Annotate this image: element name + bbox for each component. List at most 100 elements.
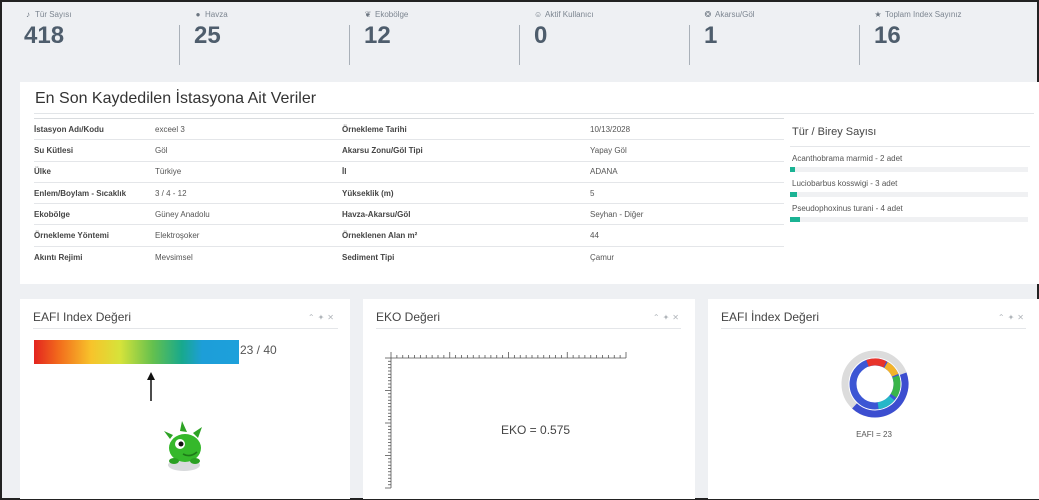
wrench-icon[interactable]: ✦ [1008, 313, 1018, 322]
widget-title: EAFI İndex Değeri [721, 310, 820, 324]
close-icon[interactable]: ✕ [1017, 313, 1027, 322]
stat-label: Havza [205, 10, 228, 19]
field-label: İl [342, 160, 590, 183]
stat-label: Tür Sayısı [35, 10, 72, 19]
station-row: Akıntı Rejimi Mevsimsel Sediment Tipi Çamur [34, 245, 784, 268]
panel-title: En Son Kaydedilen İstasyona Ait Veriler [35, 90, 317, 107]
stat-value: 16 [874, 22, 901, 49]
species-list: Acanthobrama marmid - 2 adet Luciobarbus … [790, 154, 1030, 222]
stat-divider [689, 25, 690, 65]
stat-label: Aktif Kullanıcı [545, 10, 594, 19]
species-progress-bar [790, 217, 1028, 222]
species-item: Luciobarbus kosswigi - 3 adet [790, 179, 1030, 197]
close-icon[interactable]: ✕ [672, 313, 682, 322]
field-label: Havza-Akarsu/Göl [342, 203, 590, 225]
field-value: Göl [155, 139, 342, 162]
field-label: Enlem/Boylam - Sıcaklık [34, 181, 155, 204]
field-value: ADANA [590, 160, 784, 183]
eafi-donut-gauge [841, 350, 909, 418]
globe-icon: ● [195, 10, 201, 19]
field-label: Yükseklik (m) [342, 181, 590, 204]
station-row: Enlem/Boylam - Sıcaklık 3 / 4 - 12 Yüksekl… [34, 181, 784, 204]
chevron-up-icon[interactable]: ⌃ [308, 313, 318, 322]
widget-toolbar: ⌃✦✕ [308, 313, 337, 322]
user-icon: ☺ [534, 10, 543, 19]
field-label: Sediment Tipi [342, 245, 590, 268]
station-row: Örnekleme Yöntemi Elektroşoker Örneklenen … [34, 224, 784, 247]
stat-tur-sayisi: ♪ Tür Sayısı 418 [20, 9, 190, 67]
field-label: Örnekleme Yöntemi [34, 224, 155, 247]
stat-divider [519, 25, 520, 65]
stat-value: 418 [24, 22, 65, 49]
field-label: Ekobölge [34, 203, 155, 225]
field-value: Türkiye [155, 160, 342, 183]
field-label: Ülke [34, 160, 155, 183]
widget-toolbar: ⌃✦✕ [653, 313, 682, 322]
stat-aktif-kullanici: ☺ Aktif Kullanıcı 0 [519, 9, 700, 67]
leaf-icon: ❦ [364, 10, 372, 19]
wrench-icon[interactable]: ✦ [318, 313, 328, 322]
close-icon[interactable]: ✕ [327, 313, 337, 322]
eko-axes [385, 352, 627, 489]
station-row: Ekobölge Güney Anadolu Havza-Akarsu/Göl Sey… [34, 203, 784, 225]
stat-divider [859, 25, 860, 65]
stat-label: Toplam Index Sayınız [885, 10, 962, 19]
stat-label: Akarsu/Göl [715, 10, 755, 19]
species-label: Luciobarbus kosswigi - 3 adet [792, 179, 898, 188]
chevron-up-icon[interactable]: ⌃ [653, 313, 663, 322]
stat-toplam-index: ★ Toplam Index Sayınız 16 [859, 9, 1039, 67]
frog-mascot-icon [164, 421, 202, 471]
widget-toolbar: ⌃✦✕ [998, 313, 1027, 322]
divider [790, 146, 1030, 147]
eafi-gradient-scale [34, 340, 239, 364]
divider [33, 328, 338, 329]
field-label: Akıntı Rejimi [34, 245, 155, 268]
species-progress-bar [790, 192, 1028, 197]
field-label: İstasyon Adı/Kodu [34, 117, 155, 140]
field-value: Mevsimsel [155, 245, 342, 268]
station-panel: En Son Kaydedilen İstasyona Ait Veriler … [20, 82, 1039, 284]
wrench-icon[interactable]: ✦ [663, 313, 673, 322]
field-value: 10/13/2028 [590, 117, 784, 140]
species-progress-fill [790, 217, 800, 222]
bell-icon: ♪ [26, 10, 30, 19]
stat-ekobolge: ❦ Ekobölge 12 [349, 9, 530, 67]
page-frame: ♪ Tür Sayısı 418 ● Havza 25 ❦ Ekobölge 12 ☺… [0, 0, 1039, 500]
eafi-value: EAFI = 23 [856, 430, 892, 439]
field-value: Elektroşoker [155, 224, 342, 247]
stat-value: 25 [194, 22, 221, 49]
field-value: 3 / 4 - 12 [155, 181, 342, 204]
eko-widget: EKO Değeri ⌃✦✕ EKO = 0.575 [363, 299, 695, 499]
field-value: Çamur [590, 245, 784, 268]
species-item: Pseudophoxinus turani - 4 adet [790, 204, 1030, 222]
field-label: Akarsu Zonu/Göl Tipi [342, 139, 590, 162]
stats-bar: ♪ Tür Sayısı 418 ● Havza 25 ❦ Ekobölge 12 ☺… [20, 9, 1039, 67]
divider [34, 113, 1034, 114]
arrow-up-icon [147, 372, 155, 401]
divider [376, 328, 681, 329]
lifebuoy-icon: ❂ [704, 10, 712, 19]
widget-title: EKO Değeri [376, 310, 441, 324]
eafi-score: 23 / 40 [240, 343, 277, 357]
stat-divider [349, 25, 350, 65]
stat-havza: ● Havza 25 [179, 9, 360, 67]
species-count-panel: Tür / Birey Sayısı Acanthobrama marmid -… [790, 118, 1030, 222]
station-row: Su Kütlesi Göl Akarsu Zonu/Göl Tipi Yapay G… [34, 139, 784, 162]
star-icon: ★ [874, 10, 882, 19]
field-label: Örnekleme Tarihi [342, 117, 590, 140]
chevron-up-icon[interactable]: ⌃ [998, 313, 1008, 322]
field-value: Yapay Göl [590, 139, 784, 162]
eafi-index-widget: EAFI Index Değeri ⌃✦✕ 23 / 40 [20, 299, 350, 499]
stat-divider [179, 25, 180, 65]
stat-label: Ekobölge [375, 10, 409, 19]
species-item: Acanthobrama marmid - 2 adet [790, 154, 1030, 172]
field-value: 44 [590, 224, 784, 247]
field-label: Örneklenen Alan m² [342, 224, 590, 247]
stat-akarsu-gol: ❂ Akarsu/Göl 1 [689, 9, 870, 67]
eafi-index-widget-2: EAFI İndex Değeri ⌃✦✕ EAFI = 23 [708, 299, 1039, 499]
stat-value: 0 [534, 22, 548, 49]
divider [721, 328, 1026, 329]
field-value: 5 [590, 181, 784, 204]
station-row: Ülke Türkiye İl ADANA [34, 160, 784, 183]
stat-value: 12 [364, 22, 391, 49]
